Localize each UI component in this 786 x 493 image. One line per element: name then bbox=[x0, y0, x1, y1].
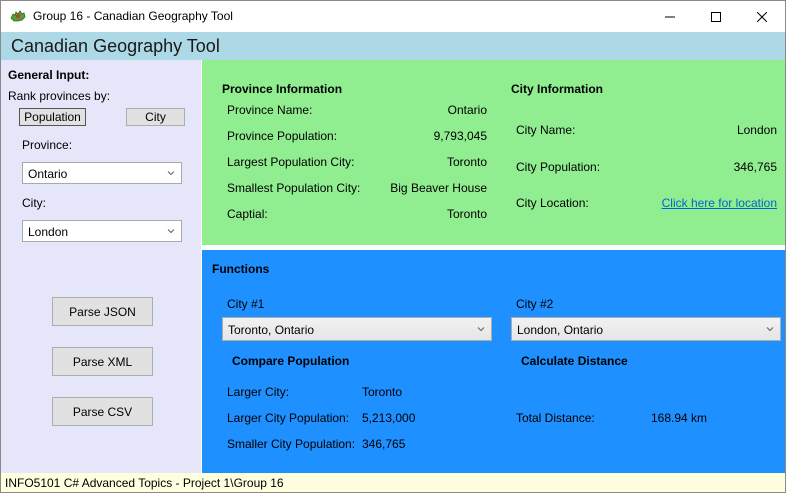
parse-json-button[interactable]: Parse JSON bbox=[52, 297, 153, 326]
province-label: Province: bbox=[22, 138, 73, 152]
largest-city-label: Largest Population City: bbox=[227, 155, 355, 169]
larger-city-population-label: Larger City Population: bbox=[227, 411, 350, 425]
app-header: Canadian Geography Tool bbox=[1, 32, 785, 60]
city-population-label: City Population: bbox=[516, 160, 601, 174]
calculate-distance-title: Calculate Distance bbox=[521, 354, 628, 368]
app-window: Group 16 - Canadian Geography Tool Canad… bbox=[0, 0, 786, 493]
status-bar: INFO5101 C# Advanced Topics - Project 1\… bbox=[1, 473, 785, 492]
larger-city-value: Toronto bbox=[362, 385, 403, 399]
larger-city-population-value: 5,213,000 bbox=[362, 411, 416, 425]
rank-provinces-label: Rank provinces by: bbox=[8, 89, 111, 103]
province-population-value: 9,793,045 bbox=[433, 129, 487, 143]
city2-label: City #2 bbox=[516, 297, 554, 311]
general-input-panel: General Input: Rank provinces by: Popula… bbox=[1, 60, 201, 473]
chevron-down-icon bbox=[167, 229, 175, 234]
app-header-title: Canadian Geography Tool bbox=[11, 36, 220, 56]
city2-dropdown[interactable]: London, Ontario bbox=[511, 317, 781, 341]
larger-city-label: Larger City: bbox=[227, 385, 290, 399]
city-label: City: bbox=[22, 196, 46, 210]
close-icon bbox=[757, 11, 767, 22]
maximize-icon bbox=[711, 11, 721, 22]
province-dropdown-value: Ontario bbox=[28, 167, 68, 181]
city-location-link[interactable]: Click here for location bbox=[662, 196, 777, 210]
chevron-down-icon bbox=[477, 327, 485, 332]
compare-population-title: Compare Population bbox=[232, 354, 350, 368]
city-name-value: London bbox=[736, 123, 777, 137]
smallest-city-label: Smallest Population City: bbox=[227, 181, 361, 195]
province-dropdown[interactable]: Ontario bbox=[22, 162, 182, 184]
smaller-city-population-label: Smaller City Population: bbox=[227, 437, 356, 451]
rank-by-population-button[interactable]: Population bbox=[19, 108, 86, 126]
city2-dropdown-value: London, Ontario bbox=[517, 323, 604, 337]
city1-label: City #1 bbox=[227, 297, 265, 311]
city1-dropdown-value: Toronto, Ontario bbox=[228, 323, 315, 337]
province-population-label: Province Population: bbox=[227, 129, 338, 143]
province-name-label: Province Name: bbox=[227, 103, 313, 117]
city-population-value: 346,765 bbox=[733, 160, 777, 174]
general-input-title: General Input: bbox=[8, 68, 90, 82]
title-bar[interactable]: Group 16 - Canadian Geography Tool bbox=[1, 1, 785, 32]
window-title: Group 16 - Canadian Geography Tool bbox=[33, 9, 233, 23]
city-dropdown-value: London bbox=[28, 225, 69, 239]
capital-label: Captial: bbox=[227, 207, 268, 221]
largest-city-value: Toronto bbox=[446, 155, 487, 169]
parse-csv-button[interactable]: Parse CSV bbox=[52, 397, 153, 426]
city-dropdown[interactable]: London bbox=[22, 220, 182, 242]
information-panel: Province Information Province Name: Onta… bbox=[202, 60, 785, 245]
minimize-icon bbox=[665, 16, 675, 17]
smaller-city-population-value: 346,765 bbox=[362, 437, 406, 451]
city-name-label: City Name: bbox=[516, 123, 576, 137]
chevron-down-icon bbox=[167, 171, 175, 176]
functions-title: Functions bbox=[212, 262, 270, 276]
rank-by-city-button[interactable]: City bbox=[126, 108, 185, 126]
maximize-button[interactable] bbox=[693, 1, 739, 32]
city-location-label: City Location: bbox=[516, 196, 589, 210]
capital-value: Toronto bbox=[446, 207, 487, 221]
province-info-title: Province Information bbox=[222, 82, 343, 96]
functions-panel: Functions City #1 Toronto, Ontario City … bbox=[202, 250, 785, 473]
total-distance-value: 168.94 km bbox=[651, 411, 708, 425]
chevron-down-icon bbox=[766, 327, 774, 332]
parse-xml-button[interactable]: Parse XML bbox=[52, 347, 153, 376]
city-info-title: City Information bbox=[511, 82, 603, 96]
minimize-button[interactable] bbox=[647, 1, 693, 32]
total-distance-label: Total Distance: bbox=[516, 411, 595, 425]
province-name-value: Ontario bbox=[447, 103, 487, 117]
city1-dropdown[interactable]: Toronto, Ontario bbox=[222, 317, 492, 341]
maple-leaf-map-icon bbox=[10, 9, 26, 23]
smallest-city-value: Big Beaver House bbox=[390, 181, 487, 195]
close-button[interactable] bbox=[739, 1, 785, 32]
status-text: INFO5101 C# Advanced Topics - Project 1\… bbox=[5, 476, 284, 490]
